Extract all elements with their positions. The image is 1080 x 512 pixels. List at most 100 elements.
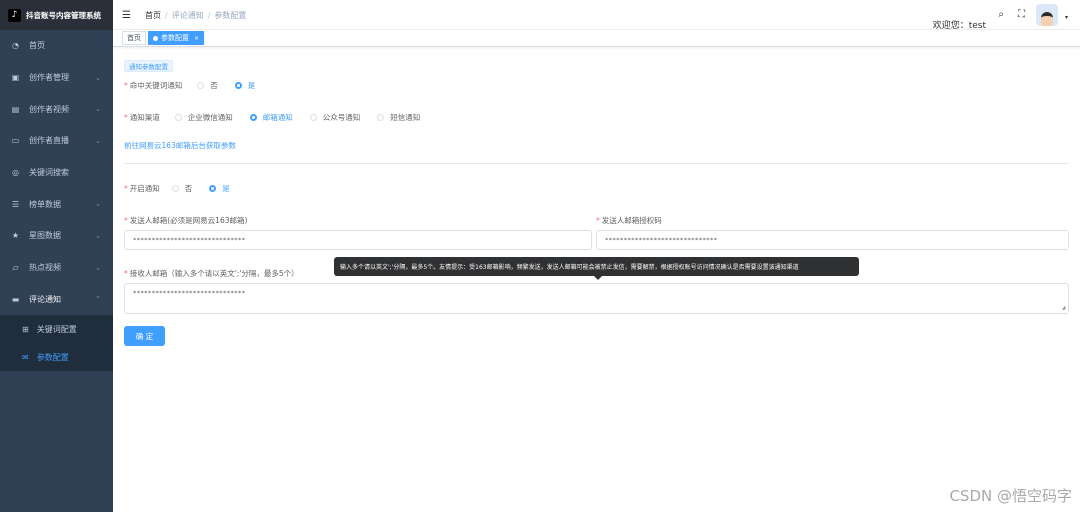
chevron-down-icon: ⌄	[95, 200, 101, 209]
sidebar-item-label: 榜单数据	[29, 199, 61, 209]
radio-label: 短信通知	[390, 113, 421, 122]
breadcrumb-separator: /	[207, 11, 211, 20]
comment-icon: ▬	[11, 294, 20, 304]
sidebar-subitem-label: 参数配置	[36, 352, 69, 362]
sidebar-item-label: 评论通知	[29, 294, 61, 304]
radio-label: 否	[184, 184, 193, 193]
sidebar-item[interactable]: ◎ 关键词搜索	[0, 157, 113, 189]
receiver-email-tooltip: 输入多个请以英文';'分隔，最多5个。友情提示：受163邮箱影响，频繁发送，发送…	[334, 257, 859, 276]
enable-notice-label: 开启通知	[129, 184, 160, 193]
main-content: 通知参数配置 * 命中关键词通知 否 是 * 通知渠道 企业微信通知 邮箱通知 …	[113, 48, 1080, 512]
radio-circle	[197, 82, 205, 89]
close-icon[interactable]: ×	[194, 35, 199, 42]
config-icon: ⊞	[22, 324, 29, 334]
radio-label: 是	[247, 81, 256, 90]
star-icon: ★	[11, 231, 20, 241]
tooltip-arrow	[594, 276, 602, 280]
section-title: 通知参数配置	[124, 60, 173, 72]
receiver-email-label: 接收人邮箱（输入多个请以英文';'分隔，最多5个）	[129, 269, 299, 278]
breadcrumb-current: 参数配置	[214, 11, 247, 20]
enable-notice-yes-radio[interactable]: 是	[209, 183, 230, 194]
chevron-down-icon: ⌄	[95, 105, 101, 114]
sidebar-item[interactable]: ★ 星图数据 ⌄	[0, 220, 113, 252]
required-mark: *	[124, 269, 128, 278]
channel-label: 通知渠道	[129, 113, 160, 122]
search-icon[interactable]: ⌕	[998, 9, 1004, 20]
sidebar-item-label: 热点视频	[29, 263, 61, 273]
sidebar-item[interactable]: ▣ 创作者管理 ⌄	[0, 62, 113, 94]
breadcrumb-separator: /	[165, 11, 168, 20]
radio-circle	[171, 185, 179, 192]
keyword-notice-no-radio[interactable]: 否	[197, 80, 218, 91]
search-icon: ◎	[12, 168, 19, 178]
sidebar-item[interactable]: ◔ 首页	[0, 30, 113, 62]
chevron-down-icon: ⌄	[95, 73, 101, 82]
sender-email-label: 发送人邮箱(必须是网易云163邮箱)	[129, 216, 248, 225]
watermark: CSDN @悟空码字	[949, 487, 1072, 505]
sender-auth-input[interactable]: ******************************	[596, 230, 1069, 250]
required-mark: *	[124, 216, 128, 225]
avatar-face	[1041, 12, 1053, 26]
hamburger-icon[interactable]: ☰	[122, 10, 131, 21]
channel-sms-radio[interactable]: 短信通知	[377, 112, 420, 123]
list-icon: ☰	[11, 199, 20, 209]
chevron-down-icon: ⌄	[95, 136, 101, 145]
radio-circle	[377, 114, 385, 121]
required-mark: *	[124, 81, 128, 90]
channel-email-radio[interactable]: 邮箱通知	[249, 112, 293, 123]
hot-video-icon: ▱	[12, 263, 19, 273]
radio-label: 否	[210, 81, 218, 90]
sidebar-item[interactable]: ▤ 创作者视频 ⌄	[0, 93, 113, 125]
enable-notice-no-radio[interactable]: 否	[171, 183, 193, 194]
sender-auth-label: 发送人邮箱授权码	[601, 216, 662, 225]
keyword-notice-label: 命中关键词通知	[129, 81, 183, 90]
keyword-notice-row: * 命中关键词通知 否 是	[124, 80, 255, 91]
mail-icon: ✉	[22, 352, 29, 362]
chevron-down-icon: ⌄	[95, 231, 101, 240]
fullscreen-icon[interactable]: ⛶	[1018, 9, 1025, 20]
required-mark: *	[124, 184, 128, 193]
radio-circle	[209, 185, 217, 192]
divider	[124, 163, 1069, 164]
sidebar-item[interactable]: ▬ 评论通知 ⌃	[0, 284, 113, 316]
resize-handle-icon[interactable]: ◢	[1062, 305, 1066, 311]
live-icon: ▭	[11, 136, 20, 146]
app-title: 抖音账号内容管理系统	[26, 10, 101, 20]
sidebar-item-label: 关键词搜索	[29, 168, 69, 178]
sidebar-subitem[interactable]: ✉ 参数配置	[0, 343, 113, 372]
channel-row: * 通知渠道 企业微信通知 邮箱通知 公众号通知 短信通知	[124, 112, 420, 123]
radio-circle	[234, 82, 242, 89]
sender-email-label-row: * 发送人邮箱(必须是网易云163邮箱)	[124, 215, 247, 226]
required-mark: *	[124, 113, 128, 122]
channel-official-account-radio[interactable]: 公众号通知	[309, 112, 361, 123]
receiver-email-textarea[interactable]: ****************************** ◢	[124, 283, 1069, 314]
sidebar-item[interactable]: ▱ 热点视频 ⌄	[0, 252, 113, 284]
radio-label: 邮箱通知	[262, 113, 293, 122]
sidebar-subitem-label: 关键词配置	[36, 324, 77, 334]
caret-down-icon[interactable]: ▾	[1065, 14, 1068, 21]
sidebar-item-label: 创作者视频	[29, 104, 69, 114]
sidebar-item-label: 创作者管理	[29, 73, 69, 83]
tag-param-config-label: 参数配置	[161, 34, 189, 42]
app-logo-row: ♪ 抖音账号内容管理系统	[0, 0, 113, 30]
netease-163-link[interactable]: 前往网易云163邮箱后台获取参数	[124, 140, 236, 151]
breadcrumb: 首页 / 评论通知 / 参数配置	[145, 10, 246, 21]
sidebar-item[interactable]: ☰ 榜单数据 ⌄	[0, 188, 113, 220]
radio-circle	[309, 114, 317, 121]
sender-email-input[interactable]: ******************************	[124, 230, 592, 250]
sidebar-item[interactable]: ▭ 创作者直播 ⌄	[0, 125, 113, 157]
breadcrumb-home[interactable]: 首页	[145, 11, 161, 20]
radio-label: 公众号通知	[322, 113, 361, 122]
sidebar: ♪ 抖音账号内容管理系统 ◔ 首页 ▣ 创作者管理 ⌄ ▤ 创作者视频 ⌄ ▭ 创作者直播 ⌄ ◎ 关键…	[0, 0, 113, 512]
channel-wecom-radio[interactable]: 企业微信通知	[174, 112, 233, 123]
radio-circle	[249, 114, 257, 121]
keyword-notice-yes-radio[interactable]: 是	[234, 80, 256, 91]
tag-param-config[interactable]: 参数配置 ×	[148, 31, 205, 45]
confirm-button[interactable]: 确 定	[124, 326, 165, 346]
enable-notice-row: * 开启通知 否 是	[124, 183, 230, 194]
tag-home[interactable]: 首页	[122, 31, 146, 45]
creator-icon: ▣	[11, 73, 20, 83]
sidebar-subitem[interactable]: ⊞ 关键词配置	[0, 315, 113, 344]
avatar[interactable]	[1036, 4, 1058, 26]
tags-view: 首页 参数配置 ×	[113, 30, 1080, 47]
